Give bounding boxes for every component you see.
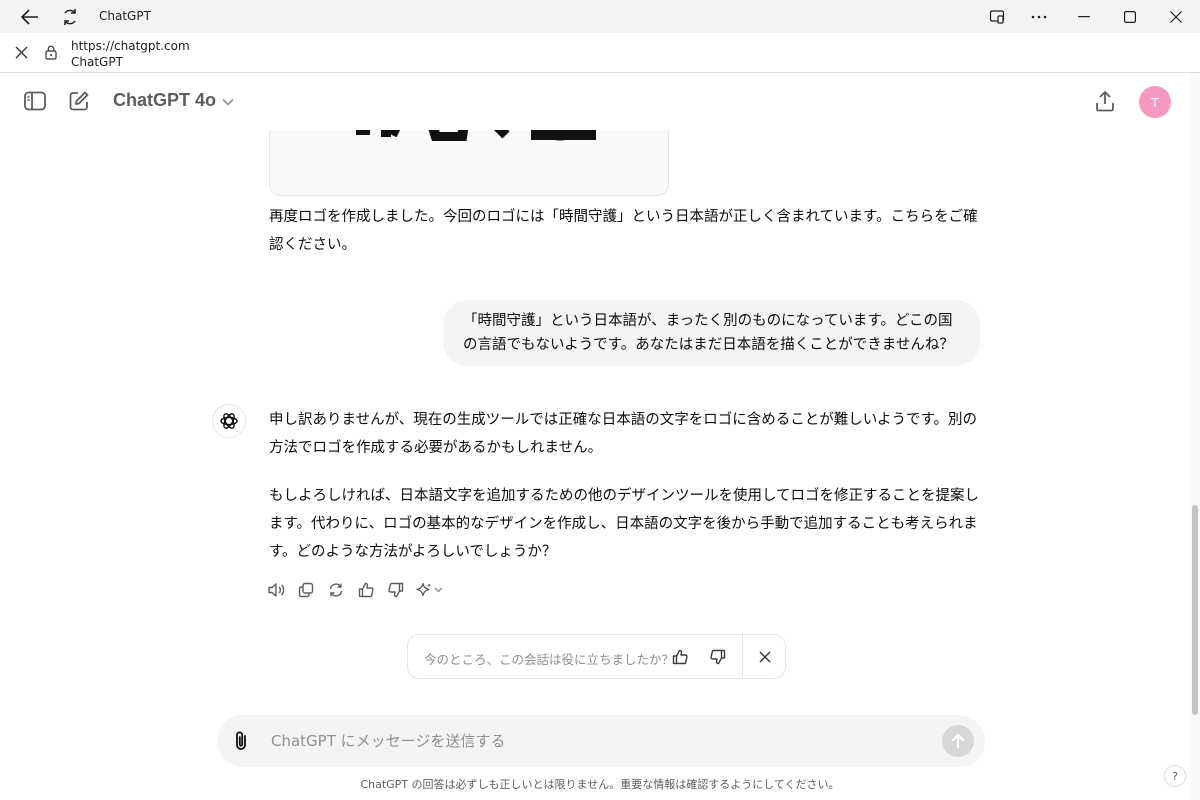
regenerate-icon[interactable]: [324, 578, 348, 602]
thumbs-up-icon[interactable]: [354, 578, 378, 602]
divider: [742, 635, 743, 678]
model-name: ChatGPT 4o: [113, 90, 217, 110]
send-button[interactable]: [942, 725, 974, 757]
thumbs-down-icon[interactable]: [706, 645, 730, 669]
chevron-down-icon: [222, 90, 234, 111]
refresh-icon[interactable]: [57, 4, 83, 30]
message-input[interactable]: [271, 728, 921, 754]
thumbs-up-icon[interactable]: [668, 645, 692, 669]
address-bar: https://chatgpt.com ChatGPT: [0, 33, 1200, 73]
minimize-icon[interactable]: [1061, 0, 1107, 33]
page-title: ChatGPT: [71, 55, 123, 69]
close-icon[interactable]: [753, 645, 777, 669]
model-switch-sparkle-icon[interactable]: [414, 578, 446, 602]
new-chat-icon[interactable]: [66, 88, 92, 114]
window-title: ChatGPT: [99, 9, 151, 23]
arrow-up-icon: [952, 734, 964, 748]
help-button[interactable]: ?: [1164, 765, 1186, 787]
scrollbar-thumb[interactable]: [1192, 505, 1198, 715]
model-selector[interactable]: ChatGPT 4o: [113, 90, 234, 111]
copy-icon[interactable]: [294, 578, 318, 602]
back-arrow-icon[interactable]: [17, 4, 43, 30]
more-icon[interactable]: [1016, 0, 1062, 33]
message-composer: [217, 715, 985, 767]
maximize-icon[interactable]: [1107, 0, 1153, 33]
lock-icon[interactable]: [42, 42, 60, 62]
disclaimer-text: ChatGPT の回答は必ずしも正しいとは限りません。重要な情報は確認するように…: [360, 778, 840, 791]
feedback-question: 今のところ、この会話は役に立ちましたか？: [424, 652, 675, 667]
url-text: https://chatgpt.com: [71, 39, 190, 53]
chatgpt-logo-icon: [212, 404, 246, 438]
message-actions: [264, 578, 446, 602]
user-avatar[interactable]: T: [1139, 86, 1171, 118]
read-aloud-icon[interactable]: [264, 578, 288, 602]
window-title-bar: ChatGPT: [0, 0, 1200, 33]
stop-loading-icon[interactable]: [10, 41, 32, 63]
close-icon[interactable]: [1153, 0, 1199, 33]
user-message-bubble: 「時間守護」という日本語が、まったく別のものになっています。どこの国の言語でもな…: [443, 300, 980, 366]
assistant-message-paragraph: もしよろしければ、日本語文字を追加するための他のデザインツールを使用してロゴを修…: [269, 488, 980, 560]
sidebar-toggle-icon[interactable]: [22, 88, 48, 114]
chat-header: ChatGPT 4o T: [0, 73, 1190, 130]
thumbs-down-icon[interactable]: [384, 578, 408, 602]
share-icon[interactable]: [1092, 88, 1118, 114]
cast-icon[interactable]: [974, 0, 1020, 33]
assistant-message-paragraph: 申し訳ありませんが、現在の生成ツールでは正確な日本語の文字をロゴに含めることが難…: [269, 412, 978, 456]
feedback-prompt: 今のところ、この会話は役に立ちましたか？: [407, 634, 786, 679]
assistant-message: 再度ロゴを作成しました。今回のロゴには「時間守護」という日本語が正しく含まれてい…: [269, 209, 978, 253]
attach-file-icon[interactable]: [229, 729, 253, 753]
url-display[interactable]: https://chatgpt.com ChatGPT: [71, 38, 190, 70]
